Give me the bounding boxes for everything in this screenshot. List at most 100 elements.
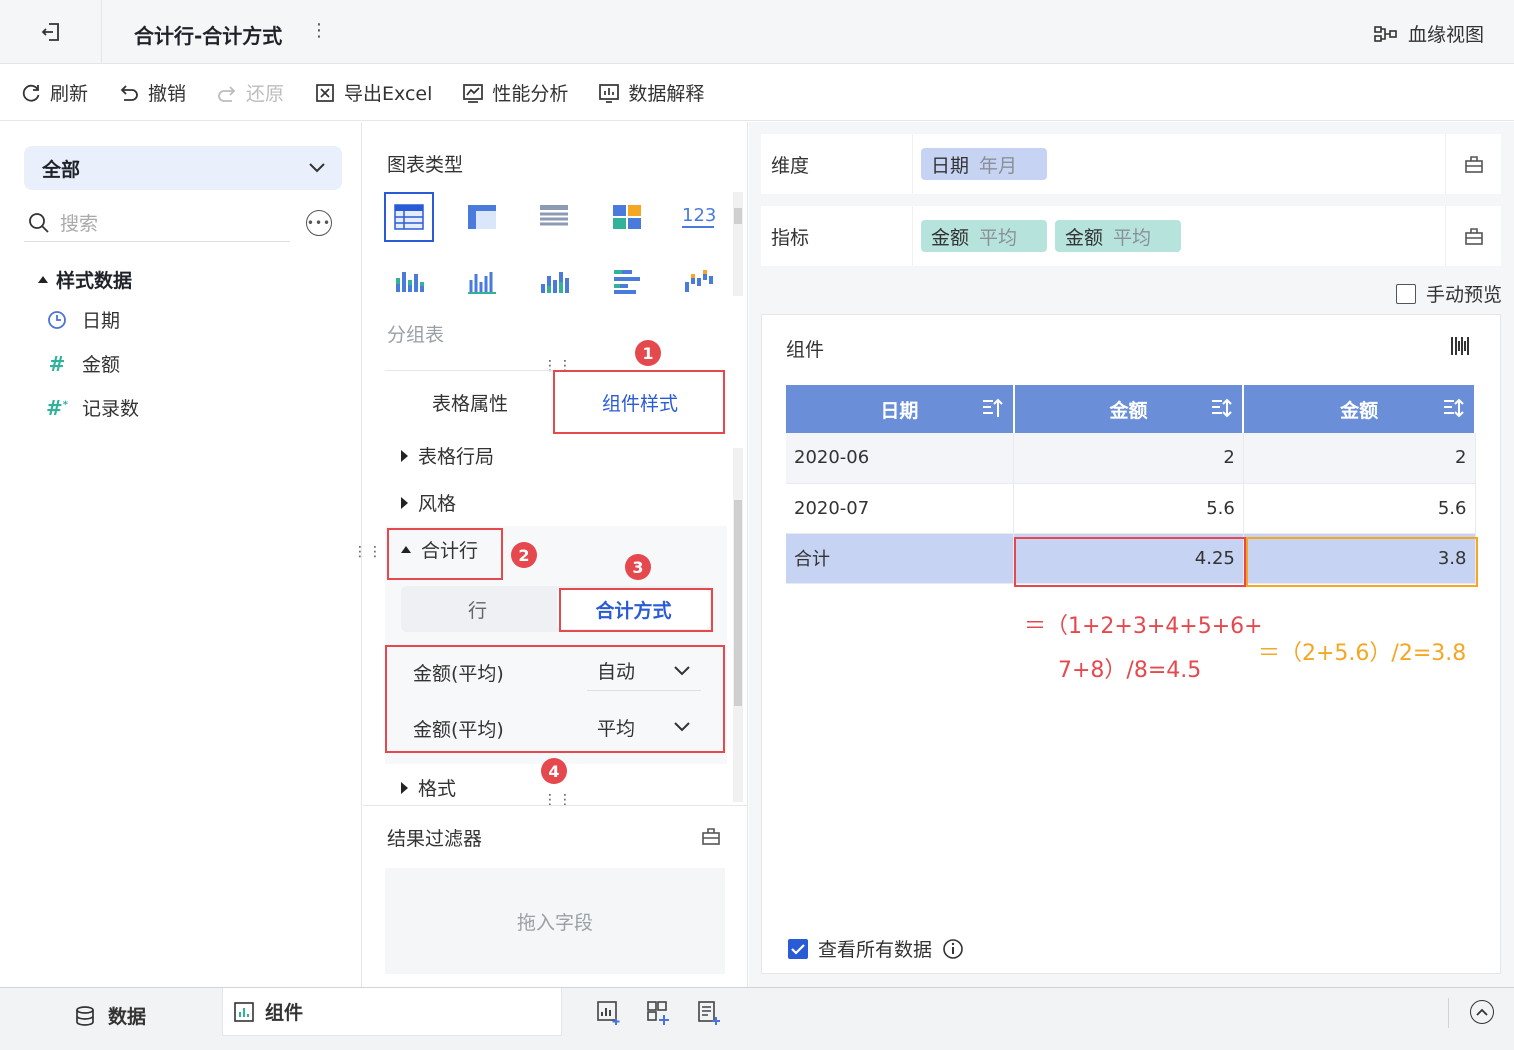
collapse-icon: [38, 276, 48, 283]
chart-type-column[interactable]: [529, 256, 579, 306]
section-table-layout[interactable]: 表格行局: [401, 442, 494, 469]
barcode-icon[interactable]: [1450, 335, 1472, 357]
widget-tab[interactable]: 组件: [222, 988, 562, 1036]
chart-type-detail-table[interactable]: [529, 192, 579, 242]
sort-icon[interactable]: [1442, 397, 1464, 419]
chart-type-pivot-table[interactable]: [457, 192, 507, 242]
undo-button[interactable]: 撤销: [118, 79, 186, 106]
table-cell[interactable]: 2: [1243, 433, 1476, 484]
chart-type-horizontal-bar[interactable]: [602, 256, 652, 306]
field-item-date[interactable]: 日期: [46, 306, 120, 333]
step-marker-2: 2: [511, 542, 537, 568]
section-label: 风格: [418, 493, 457, 515]
expand-icon: [401, 496, 408, 509]
dimension-chip-date[interactable]: 日期 年月: [921, 148, 1047, 180]
sort-ascending-icon[interactable]: [981, 397, 1003, 419]
chevron-up-icon: [1476, 1008, 1488, 1016]
drop-hint: 拖入字段: [516, 911, 593, 934]
chip-agg: 平均: [979, 226, 1018, 249]
undo-icon: [120, 84, 138, 101]
field-item-count[interactable]: #* 记录数: [46, 394, 139, 421]
dimension-clear-button[interactable]: [1445, 134, 1501, 194]
measure-chip-amount[interactable]: 金额 平均: [921, 220, 1047, 252]
hash-icon: #: [48, 351, 66, 376]
add-dashboard-icon[interactable]: [646, 1000, 672, 1026]
column-header-date[interactable]: 日期: [786, 385, 1015, 433]
kpi-card-icon: [613, 205, 641, 229]
chart-type-scroll-thumb[interactable]: [734, 208, 742, 224]
lineage-view-button[interactable]: 血缘视图: [1374, 20, 1484, 47]
highlight-box-2: [387, 528, 503, 580]
column-header-amount[interactable]: 金额: [1243, 385, 1476, 433]
filter-drop-zone[interactable]: 拖入字段: [385, 868, 725, 974]
chip-name: 日期: [931, 154, 970, 177]
table-cell[interactable]: 2020-06: [786, 433, 1015, 484]
tree-root[interactable]: 样式数据: [38, 266, 132, 293]
style-scroll-thumb[interactable]: [734, 500, 742, 706]
data-explain-button[interactable]: 数据解释: [598, 79, 704, 106]
table-cell[interactable]: 5.6: [1243, 483, 1476, 534]
column-header-amount[interactable]: 金额: [1013, 385, 1245, 433]
search-input[interactable]: 搜索: [24, 204, 290, 242]
chart-type-indicator[interactable]: 123: [673, 192, 723, 242]
chart-config-panel: 图表类型 123 分组表 ⋮⋮ 表格属性 组件样式 1 表格行局 风格 ⋮⋮ 合…: [353, 122, 748, 987]
highlight-box-4: [385, 645, 725, 753]
field-label: 金额: [82, 354, 121, 376]
export-excel-button[interactable]: 导出Excel: [314, 79, 432, 106]
info-icon[interactable]: [942, 938, 964, 960]
filter-title: 结果过滤器: [387, 828, 483, 850]
refresh-button[interactable]: 刷新: [20, 79, 88, 106]
step-marker-4: 4: [541, 758, 567, 784]
clear-icon[interactable]: [701, 826, 721, 846]
manual-preview-toggle[interactable]: 手动预览: [1395, 280, 1502, 307]
undo-label: 撤销: [148, 83, 187, 105]
tab-table-properties[interactable]: 表格属性: [385, 371, 555, 434]
grouped-table-icon: [394, 204, 424, 230]
add-chart-icon[interactable]: [596, 1000, 622, 1026]
redo-button[interactable]: 还原: [216, 79, 284, 106]
field-item-amount[interactable]: # 金额: [46, 350, 120, 377]
header-label: 日期: [880, 399, 919, 422]
add-report-icon[interactable]: [696, 1000, 722, 1026]
segment-row[interactable]: 行: [401, 586, 554, 632]
excel-icon: [316, 83, 334, 102]
measure-clear-button[interactable]: [1445, 206, 1501, 266]
manual-preview-checkbox[interactable]: [1395, 283, 1416, 304]
side-grip-icon[interactable]: ⋮⋮: [353, 544, 383, 560]
widget-chart-icon: [234, 1001, 254, 1022]
redo-icon: [218, 85, 236, 102]
chart-type-grouped-bar[interactable]: [384, 256, 434, 306]
dimension-shelf: 维度 日期 年月: [761, 134, 1501, 194]
section-format[interactable]: 格式: [401, 774, 456, 801]
table-cell[interactable]: 2020-07: [786, 483, 1015, 534]
chart-type-bar[interactable]: [457, 256, 507, 306]
data-tab[interactable]: 数据: [74, 1002, 146, 1029]
table-cell[interactable]: 5.6: [1013, 483, 1244, 534]
exit-button[interactable]: [0, 0, 102, 64]
chart-type-grouped-table[interactable]: [384, 192, 434, 242]
more-options-icon[interactable]: ⋮: [310, 20, 328, 41]
chart-type-waterfall[interactable]: [673, 256, 723, 306]
view-all-data-toggle[interactable]: 查看所有数据: [788, 935, 964, 962]
view-all-checkbox[interactable]: [788, 938, 808, 959]
divider: [363, 805, 748, 806]
field-panel: 全部 搜索 ••• 样式数据 日期 # 金额 #* 记录数: [0, 122, 362, 987]
measure-chip-amount[interactable]: 金额 平均: [1055, 220, 1181, 252]
refresh-label: 刷新: [50, 83, 89, 105]
data-explain-icon: [599, 83, 620, 103]
collapse-up-button[interactable]: [1470, 1000, 1494, 1024]
database-icon: [76, 1005, 94, 1026]
field-label: 记录数: [82, 398, 140, 420]
more-icon[interactable]: •••: [306, 210, 332, 236]
chart-type-kpi-card[interactable]: [602, 192, 652, 242]
table-row: 2020-06 2 2: [786, 433, 1476, 484]
performance-button[interactable]: 性能分析: [462, 79, 568, 106]
sort-icon[interactable]: [1210, 397, 1233, 419]
total-label-cell[interactable]: 合计: [786, 533, 1015, 584]
scope-select[interactable]: 全部: [24, 146, 342, 190]
bottom-bar: 数据 组件: [0, 987, 1514, 1050]
table-cell[interactable]: 2: [1013, 433, 1244, 484]
lineage-label: 血缘视图: [1407, 24, 1484, 46]
measure-shelf: 指标 金额 平均 金额 平均: [761, 206, 1501, 266]
section-style[interactable]: 风格: [401, 489, 456, 516]
